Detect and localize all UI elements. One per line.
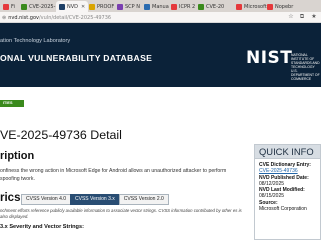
cvss-version-tabs: CVSS Version 4.0 CVSS Version 3.x CVSS V…: [21, 194, 169, 205]
tab-favicon-icon: [117, 3, 123, 10]
itl-link[interactable]: ation Technology Laboratory: [0, 38, 70, 44]
browser-tab-active[interactable]: NVD ✕: [56, 1, 89, 12]
tab-favicon-icon: [89, 3, 95, 10]
address-bar: ⊜ nvd.nist.gov/vuln/detail/CVE-2025-4973…: [0, 12, 321, 23]
browser-tab[interactable]: Fi: [0, 1, 18, 12]
browser-tab[interactable]: SCP N: [114, 1, 143, 12]
tab-favicon-icon: [198, 3, 204, 10]
url-text: nvd.nist.gov/vuln/detail/CVE-2025-49736: [8, 14, 112, 21]
tab-favicon-icon: [144, 3, 150, 10]
tab-close-icon[interactable]: ✕: [81, 4, 85, 10]
severity-heading: 3.x Severity and Vector Strings:: [0, 224, 84, 230]
site-header: ation Technology Laboratory ONAL VULNERA…: [0, 23, 321, 87]
description-heading: ription: [0, 150, 35, 162]
tab-label: Manua: [152, 3, 169, 10]
description-text: onfiness the wrong action in Microsoft E…: [0, 168, 227, 182]
tab-favicon-icon: [3, 3, 9, 10]
browser-tab[interactable]: PROOF: [86, 1, 117, 12]
nvd-title[interactable]: ONAL VULNERABILITY DATABASE: [0, 53, 152, 63]
favorites-icon[interactable]: ★: [310, 13, 318, 21]
tab-label: CVE-20: [206, 3, 225, 10]
metrics-note: nchment efforts reference publicly avail…: [0, 208, 242, 219]
source-value: Microsoft Corporation: [259, 206, 307, 213]
tab-label: SCP N: [125, 3, 141, 10]
split-screen-icon[interactable]: ⧉: [298, 13, 306, 21]
tab-label: Nopebr: [275, 3, 294, 10]
tab-cvss-3x[interactable]: CVSS Version 3.x: [70, 194, 120, 205]
browser-tab[interactable]: CVE-20: [195, 1, 227, 12]
vulnerabilities-tag[interactable]: ITIES: [0, 100, 24, 107]
browser-tab[interactable]: Nopebr: [264, 1, 296, 12]
browser-tab-strip: Fi CVE-2025- NVD ✕ PROOF SCP N Manua ICP…: [0, 0, 321, 12]
tab-cvss-2[interactable]: CVSS Version 2.0: [118, 194, 169, 205]
tab-favicon-icon: [59, 3, 65, 10]
nist-logo[interactable]: NIST: [246, 48, 292, 68]
url-field[interactable]: ⊜ nvd.nist.gov/vuln/detail/CVE-2025-4973…: [2, 14, 202, 21]
tab-cvss-4[interactable]: CVSS Version 4.0: [21, 194, 72, 205]
site-info-icon[interactable]: ⊜: [2, 15, 6, 21]
tab-label: PROOF: [97, 3, 115, 10]
tab-favicon-icon: [267, 3, 273, 10]
quick-info-panel: QUICK INFO CVE Dictionary Entry: CVE-202…: [254, 144, 321, 240]
star-icon[interactable]: ☆: [287, 13, 295, 21]
metrics-heading: rics: [0, 192, 21, 204]
browser-tab[interactable]: CVE-2025-: [18, 1, 58, 12]
tab-label: Fi: [11, 3, 15, 10]
tab-label: CVE-2025-: [29, 3, 56, 10]
tab-favicon-icon: [236, 3, 242, 10]
tab-label: ICPR 2: [179, 3, 196, 10]
tab-favicon-icon: [171, 3, 177, 10]
page-title: VE-2025-49736 Detail: [0, 128, 122, 142]
quick-info-heading: QUICK INFO: [254, 144, 321, 159]
nist-logo-subtitle: NATIONAL INSTITUTE OF STANDARDS AND TECH…: [291, 53, 320, 81]
browser-tab[interactable]: ICPR 2: [168, 1, 198, 12]
tab-favicon-icon: [21, 3, 27, 10]
tab-label: NVD: [67, 3, 79, 10]
quick-info-body: CVE Dictionary Entry: CVE-2025-49736 NVD…: [254, 159, 321, 240]
